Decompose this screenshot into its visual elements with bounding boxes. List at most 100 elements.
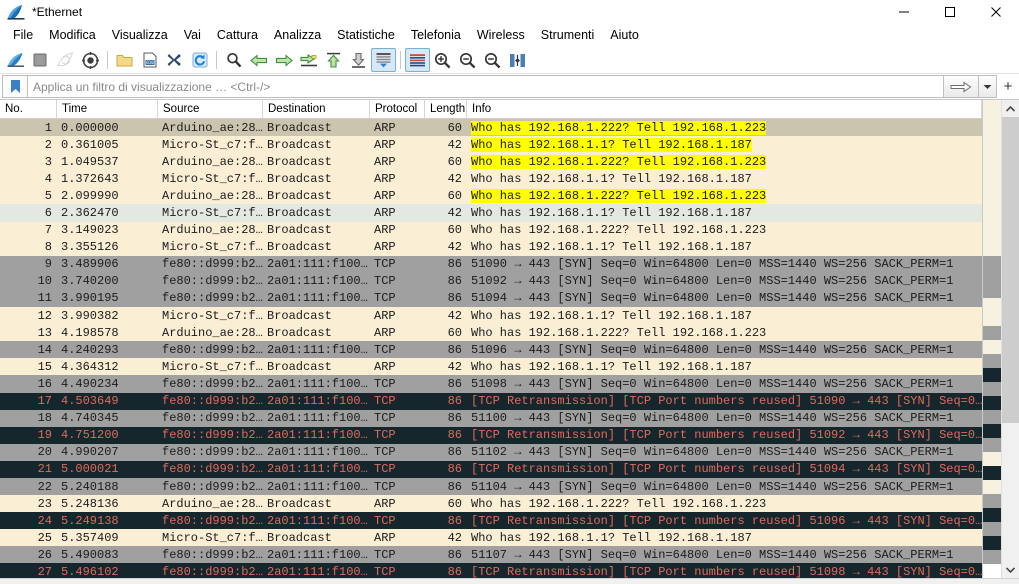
table-row[interactable]: 73.149023Arduino_ae:28…BroadcastARP60Who… bbox=[0, 222, 982, 239]
table-row[interactable]: 154.364312Micro-St_c7:f…BroadcastARP42Wh… bbox=[0, 358, 982, 375]
table-row[interactable]: 41.372643Micro-St_c7:f…BroadcastARP42Who… bbox=[0, 170, 982, 187]
start-capture-icon[interactable] bbox=[3, 48, 28, 72]
menu-visualizza[interactable]: Visualizza bbox=[104, 26, 176, 45]
scrollbar-thumb[interactable] bbox=[1002, 117, 1019, 423]
column-no[interactable]: No. bbox=[0, 100, 57, 118]
table-row[interactable]: 31.049537Arduino_ae:28…BroadcastARP60Who… bbox=[0, 153, 982, 170]
zoom-reset-icon[interactable] bbox=[480, 48, 505, 72]
minimap-segment bbox=[983, 536, 1001, 550]
table-row[interactable]: 123.990382Micro-St_c7:f…BroadcastARP42Wh… bbox=[0, 307, 982, 324]
save-file-icon[interactable]: 010 bbox=[137, 48, 162, 72]
column-info[interactable]: Info bbox=[467, 100, 982, 118]
table-row[interactable]: 255.357409Micro-St_c7:f…BroadcastARP42Wh… bbox=[0, 529, 982, 546]
column-length[interactable]: Length bbox=[425, 100, 467, 118]
menu-file[interactable]: File bbox=[5, 26, 41, 45]
table-row[interactable]: 144.240293fe80::d999:b2…2a01:111:f100…TC… bbox=[0, 341, 982, 358]
table-row[interactable]: 20.361005Micro-St_c7:f…BroadcastARP42Who… bbox=[0, 136, 982, 153]
auto-scroll-icon[interactable] bbox=[371, 48, 396, 72]
capture-options-icon[interactable] bbox=[78, 48, 103, 72]
apply-filter-button[interactable] bbox=[943, 75, 979, 98]
minimap-segment bbox=[983, 550, 1001, 564]
colorize-icon[interactable] bbox=[405, 48, 430, 72]
cell-destination: 2a01:111:f100… bbox=[263, 291, 370, 305]
scrollbar-track[interactable] bbox=[1002, 117, 1019, 561]
minimap-segment bbox=[983, 522, 1001, 536]
table-row[interactable]: 265.490083fe80::d999:b2…2a01:111:f100…TC… bbox=[0, 546, 982, 563]
column-protocol[interactable]: Protocol bbox=[370, 100, 425, 118]
table-row[interactable]: 235.248136Arduino_ae:28…BroadcastARP60Wh… bbox=[0, 495, 982, 512]
scroll-down-button[interactable] bbox=[1002, 561, 1019, 578]
close-button[interactable] bbox=[973, 0, 1019, 24]
table-row[interactable]: 93.489906fe80::d999:b2…2a01:111:f100…TCP… bbox=[0, 256, 982, 273]
add-filter-button[interactable]: + bbox=[997, 74, 1019, 99]
menu-telefonia[interactable]: Telefonia bbox=[403, 26, 469, 45]
resize-columns-icon[interactable] bbox=[505, 48, 530, 72]
cell-length: 86 bbox=[425, 257, 467, 271]
minimize-button[interactable] bbox=[881, 0, 927, 24]
table-row[interactable]: 10.000000Arduino_ae:28…BroadcastARP60Who… bbox=[0, 119, 982, 136]
table-row[interactable]: 62.362470Micro-St_c7:f…BroadcastARP42Who… bbox=[0, 204, 982, 221]
reload-file-icon[interactable] bbox=[187, 48, 212, 72]
table-row[interactable]: 164.490234fe80::d999:b2…2a01:111:f100…TC… bbox=[0, 375, 982, 392]
table-row[interactable]: 215.000021fe80::d999:b2…2a01:111:f100…TC… bbox=[0, 461, 982, 478]
cell-protocol: TCP bbox=[370, 565, 425, 578]
zoom-out-icon[interactable] bbox=[455, 48, 480, 72]
table-row[interactable]: 134.198578Arduino_ae:28…BroadcastARP60Wh… bbox=[0, 324, 982, 341]
menu-cattura[interactable]: Cattura bbox=[209, 26, 266, 45]
cell-time: 3.740200 bbox=[57, 274, 158, 288]
table-row[interactable]: 204.990207fe80::d999:b2…2a01:111:f100…TC… bbox=[0, 444, 982, 461]
go-first-packet-icon[interactable] bbox=[321, 48, 346, 72]
table-row[interactable]: 52.099990Arduino_ae:28…BroadcastARP60Who… bbox=[0, 187, 982, 204]
column-destination[interactable]: Destination bbox=[263, 100, 370, 118]
table-row[interactable]: 225.240188fe80::d999:b2…2a01:111:f100…TC… bbox=[0, 478, 982, 495]
bookmark-icon[interactable] bbox=[2, 75, 27, 98]
cell-destination: Broadcast bbox=[263, 172, 370, 186]
minimap-segment bbox=[983, 396, 1001, 410]
cell-destination: Broadcast bbox=[263, 531, 370, 545]
filter-dropdown-button[interactable] bbox=[979, 75, 997, 98]
packet-list-scrollbar[interactable] bbox=[1001, 100, 1019, 578]
display-filter-input[interactable]: Applica un filtro di visualizzazione … <… bbox=[27, 75, 943, 98]
maximize-button[interactable] bbox=[927, 0, 973, 24]
packet-list-rows[interactable]: 10.000000Arduino_ae:28…BroadcastARP60Who… bbox=[0, 119, 982, 578]
go-back-icon[interactable] bbox=[246, 48, 271, 72]
table-row[interactable]: 275.496102fe80::d999:b2…2a01:111:f100…TC… bbox=[0, 563, 982, 578]
cell-destination: 2a01:111:f100… bbox=[263, 394, 370, 408]
table-row[interactable]: 103.740200fe80::d999:b2…2a01:111:f100…TC… bbox=[0, 273, 982, 290]
menu-aiuto[interactable]: Aiuto bbox=[602, 26, 647, 45]
cell-destination: 2a01:111:f100… bbox=[263, 462, 370, 476]
menu-analizza[interactable]: Analizza bbox=[266, 26, 329, 45]
cell-time: 2.362470 bbox=[57, 206, 158, 220]
menu-modifica[interactable]: Modifica bbox=[41, 26, 104, 45]
menu-vai[interactable]: Vai bbox=[176, 26, 209, 45]
table-row[interactable]: 245.249138fe80::d999:b2…2a01:111:f100…TC… bbox=[0, 512, 982, 529]
go-forward-icon[interactable] bbox=[271, 48, 296, 72]
menu-wireless[interactable]: Wireless bbox=[469, 26, 533, 45]
column-time[interactable]: Time bbox=[57, 100, 158, 118]
cell-source: Micro-St_c7:f… bbox=[158, 138, 263, 152]
go-last-packet-icon[interactable] bbox=[346, 48, 371, 72]
stop-capture-icon[interactable] bbox=[28, 48, 53, 72]
cell-protocol: TCP bbox=[370, 291, 425, 305]
cell-destination: Broadcast bbox=[263, 223, 370, 237]
go-to-packet-icon[interactable] bbox=[296, 48, 321, 72]
table-row[interactable]: 194.751200fe80::d999:b2…2a01:111:f100…TC… bbox=[0, 427, 982, 444]
table-row[interactable]: 83.355126Micro-St_c7:f…BroadcastARP42Who… bbox=[0, 239, 982, 256]
menu-strumenti[interactable]: Strumenti bbox=[533, 26, 603, 45]
find-packet-icon[interactable] bbox=[221, 48, 246, 72]
table-row[interactable]: 113.990195fe80::d999:b2…2a01:111:f100…TC… bbox=[0, 290, 982, 307]
zoom-in-icon[interactable] bbox=[430, 48, 455, 72]
table-row[interactable]: 174.503649fe80::d999:b2…2a01:111:f100…TC… bbox=[0, 393, 982, 410]
cell-protocol: TCP bbox=[370, 411, 425, 425]
cell-info: 51096 → 443 [SYN] Seq=0 Win=64800 Len=0 … bbox=[467, 343, 982, 357]
close-file-icon[interactable] bbox=[162, 48, 187, 72]
cell-protocol: TCP bbox=[370, 548, 425, 562]
cell-protocol: TCP bbox=[370, 343, 425, 357]
scroll-up-button[interactable] bbox=[1002, 100, 1019, 117]
column-source[interactable]: Source bbox=[158, 100, 263, 118]
table-row[interactable]: 184.740345fe80::d999:b2…2a01:111:f100…TC… bbox=[0, 410, 982, 427]
minimap-segment bbox=[983, 100, 1001, 256]
open-file-icon[interactable] bbox=[112, 48, 137, 72]
menu-statistiche[interactable]: Statistiche bbox=[329, 26, 403, 45]
cell-info-highlight: Who has 192.168.1.222? Tell 192.168.1.22… bbox=[471, 155, 766, 169]
